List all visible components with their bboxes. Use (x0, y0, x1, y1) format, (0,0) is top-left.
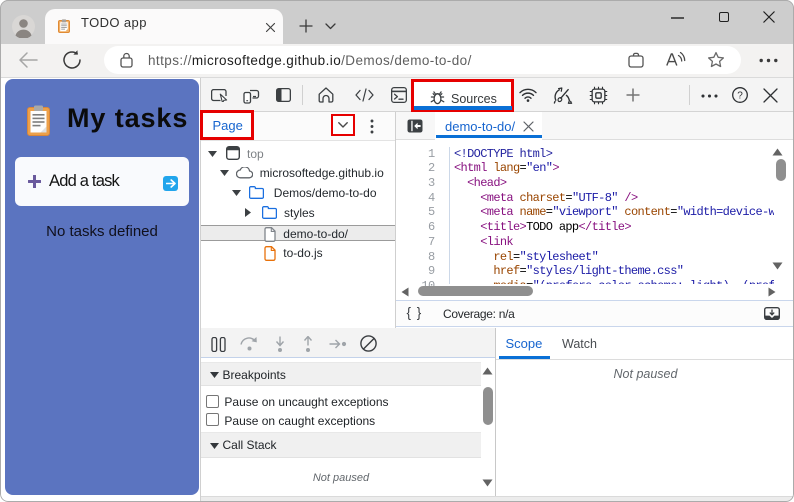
svg-text:?: ? (737, 91, 743, 102)
